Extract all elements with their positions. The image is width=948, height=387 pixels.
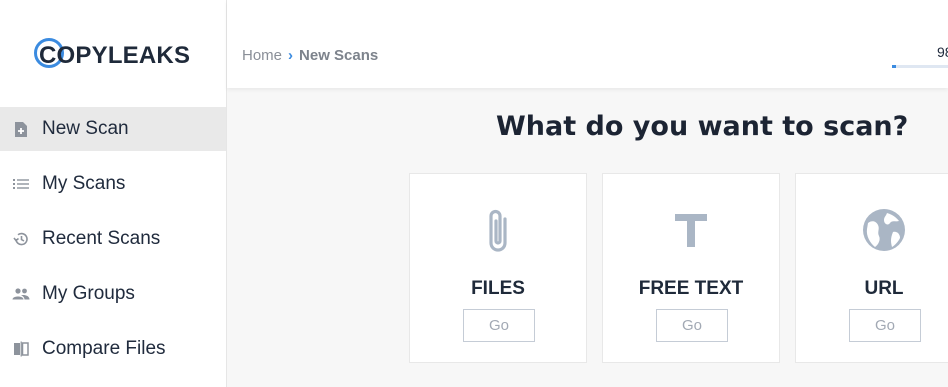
url-go-button[interactable]: Go bbox=[849, 309, 921, 342]
new-file-icon bbox=[0, 121, 42, 138]
breadcrumb-home-link[interactable]: Home bbox=[242, 47, 282, 64]
sidebar-item-label: Compare Files bbox=[42, 338, 166, 359]
card-title: FILES bbox=[471, 278, 525, 299]
scan-card-free-text[interactable]: FREE TEXT Go bbox=[602, 173, 780, 363]
sidebar-item-label: My Groups bbox=[42, 283, 135, 304]
breadcrumb: Home › New Scans bbox=[242, 47, 378, 64]
sidebar-item-my-scans[interactable]: My Scans bbox=[0, 162, 226, 206]
list-icon bbox=[0, 178, 42, 190]
files-go-button[interactable]: Go bbox=[463, 309, 535, 342]
sidebar-nav: New Scan My Scans Recent Scans My Groups… bbox=[0, 107, 226, 382]
page-title: What do you want to scan? bbox=[496, 111, 909, 142]
sidebar-item-label: Recent Scans bbox=[42, 228, 161, 249]
sidebar-item-label: My Scans bbox=[42, 173, 126, 194]
globe-icon bbox=[796, 204, 948, 256]
card-title: URL bbox=[864, 278, 904, 299]
logo-text: COPYLEAKS bbox=[39, 42, 191, 69]
free-text-go-button[interactable]: Go bbox=[656, 309, 728, 342]
text-t-icon bbox=[603, 204, 779, 256]
history-icon bbox=[0, 231, 42, 247]
scan-card-url[interactable]: URL Go bbox=[795, 173, 948, 363]
compare-icon bbox=[0, 341, 42, 357]
people-icon bbox=[0, 288, 42, 300]
scan-card-files[interactable]: FILES Go bbox=[409, 173, 587, 363]
copyleaks-logo[interactable]: COPYLEAKS bbox=[34, 38, 190, 74]
top-bar: Home › New Scans 98 bbox=[227, 0, 948, 88]
credits-progress-bar bbox=[892, 65, 948, 68]
sidebar-item-my-groups[interactable]: My Groups bbox=[0, 272, 226, 316]
sidebar: COPYLEAKS New Scan My Scans Recent Scans… bbox=[0, 0, 227, 387]
paperclip-icon bbox=[410, 204, 586, 256]
sidebar-item-recent-scans[interactable]: Recent Scans bbox=[0, 217, 226, 261]
sidebar-item-label: New Scan bbox=[42, 118, 129, 139]
card-title: FREE TEXT bbox=[638, 278, 744, 299]
sidebar-item-new-scan[interactable]: New Scan bbox=[0, 107, 226, 151]
sidebar-item-compare-files[interactable]: Compare Files bbox=[0, 327, 226, 371]
credits-progress-fill bbox=[892, 65, 897, 68]
credits-count: 98 bbox=[937, 44, 948, 60]
breadcrumb-current: New Scans bbox=[299, 47, 379, 64]
chevron-right-icon: › bbox=[288, 47, 294, 64]
